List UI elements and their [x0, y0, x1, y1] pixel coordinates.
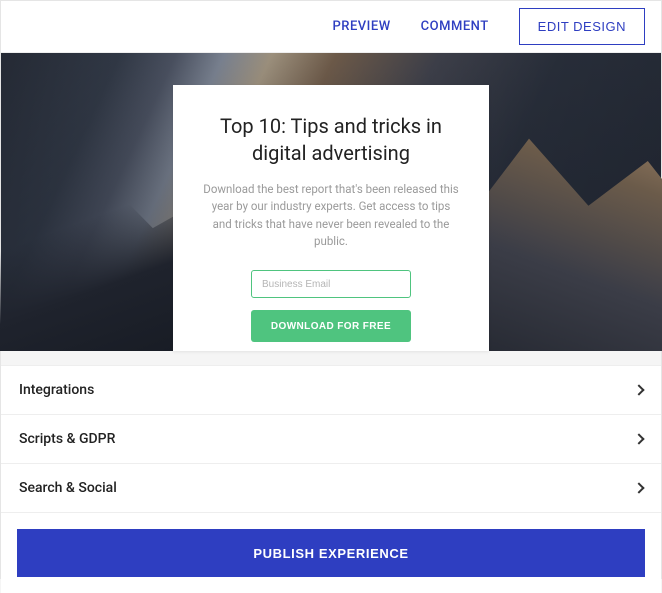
- accordion-item-integrations[interactable]: Integrations: [1, 365, 661, 415]
- hero-preview: Top 10: Tips and tricks in digital adver…: [1, 53, 661, 351]
- business-email-input[interactable]: [251, 270, 411, 298]
- chevron-right-icon: [633, 384, 644, 395]
- chevron-right-icon: [633, 482, 644, 493]
- edit-design-button[interactable]: EDIT DESIGN: [519, 8, 645, 45]
- publish-bar: PUBLISH EXPERIENCE: [1, 513, 661, 593]
- preview-link[interactable]: PREVIEW: [332, 19, 390, 34]
- card-description: Download the best report that's been rel…: [199, 181, 463, 250]
- card-title: Top 10: Tips and tricks in digital adver…: [199, 113, 463, 167]
- settings-accordion: Integrations Scripts & GDPR Search & Soc…: [1, 365, 661, 513]
- download-button[interactable]: DOWNLOAD FOR FREE: [251, 310, 411, 342]
- landing-card: Top 10: Tips and tricks in digital adver…: [173, 85, 489, 351]
- accordion-label: Scripts & GDPR: [19, 431, 115, 447]
- accordion-item-scripts-gdpr[interactable]: Scripts & GDPR: [1, 415, 661, 464]
- publish-experience-button[interactable]: PUBLISH EXPERIENCE: [17, 529, 645, 577]
- accordion-label: Integrations: [19, 382, 94, 398]
- comment-link[interactable]: COMMENT: [421, 19, 489, 34]
- accordion-item-search-social[interactable]: Search & Social: [1, 464, 661, 513]
- top-toolbar: PREVIEW COMMENT EDIT DESIGN: [1, 1, 661, 53]
- chevron-right-icon: [633, 433, 644, 444]
- accordion-label: Search & Social: [19, 480, 117, 496]
